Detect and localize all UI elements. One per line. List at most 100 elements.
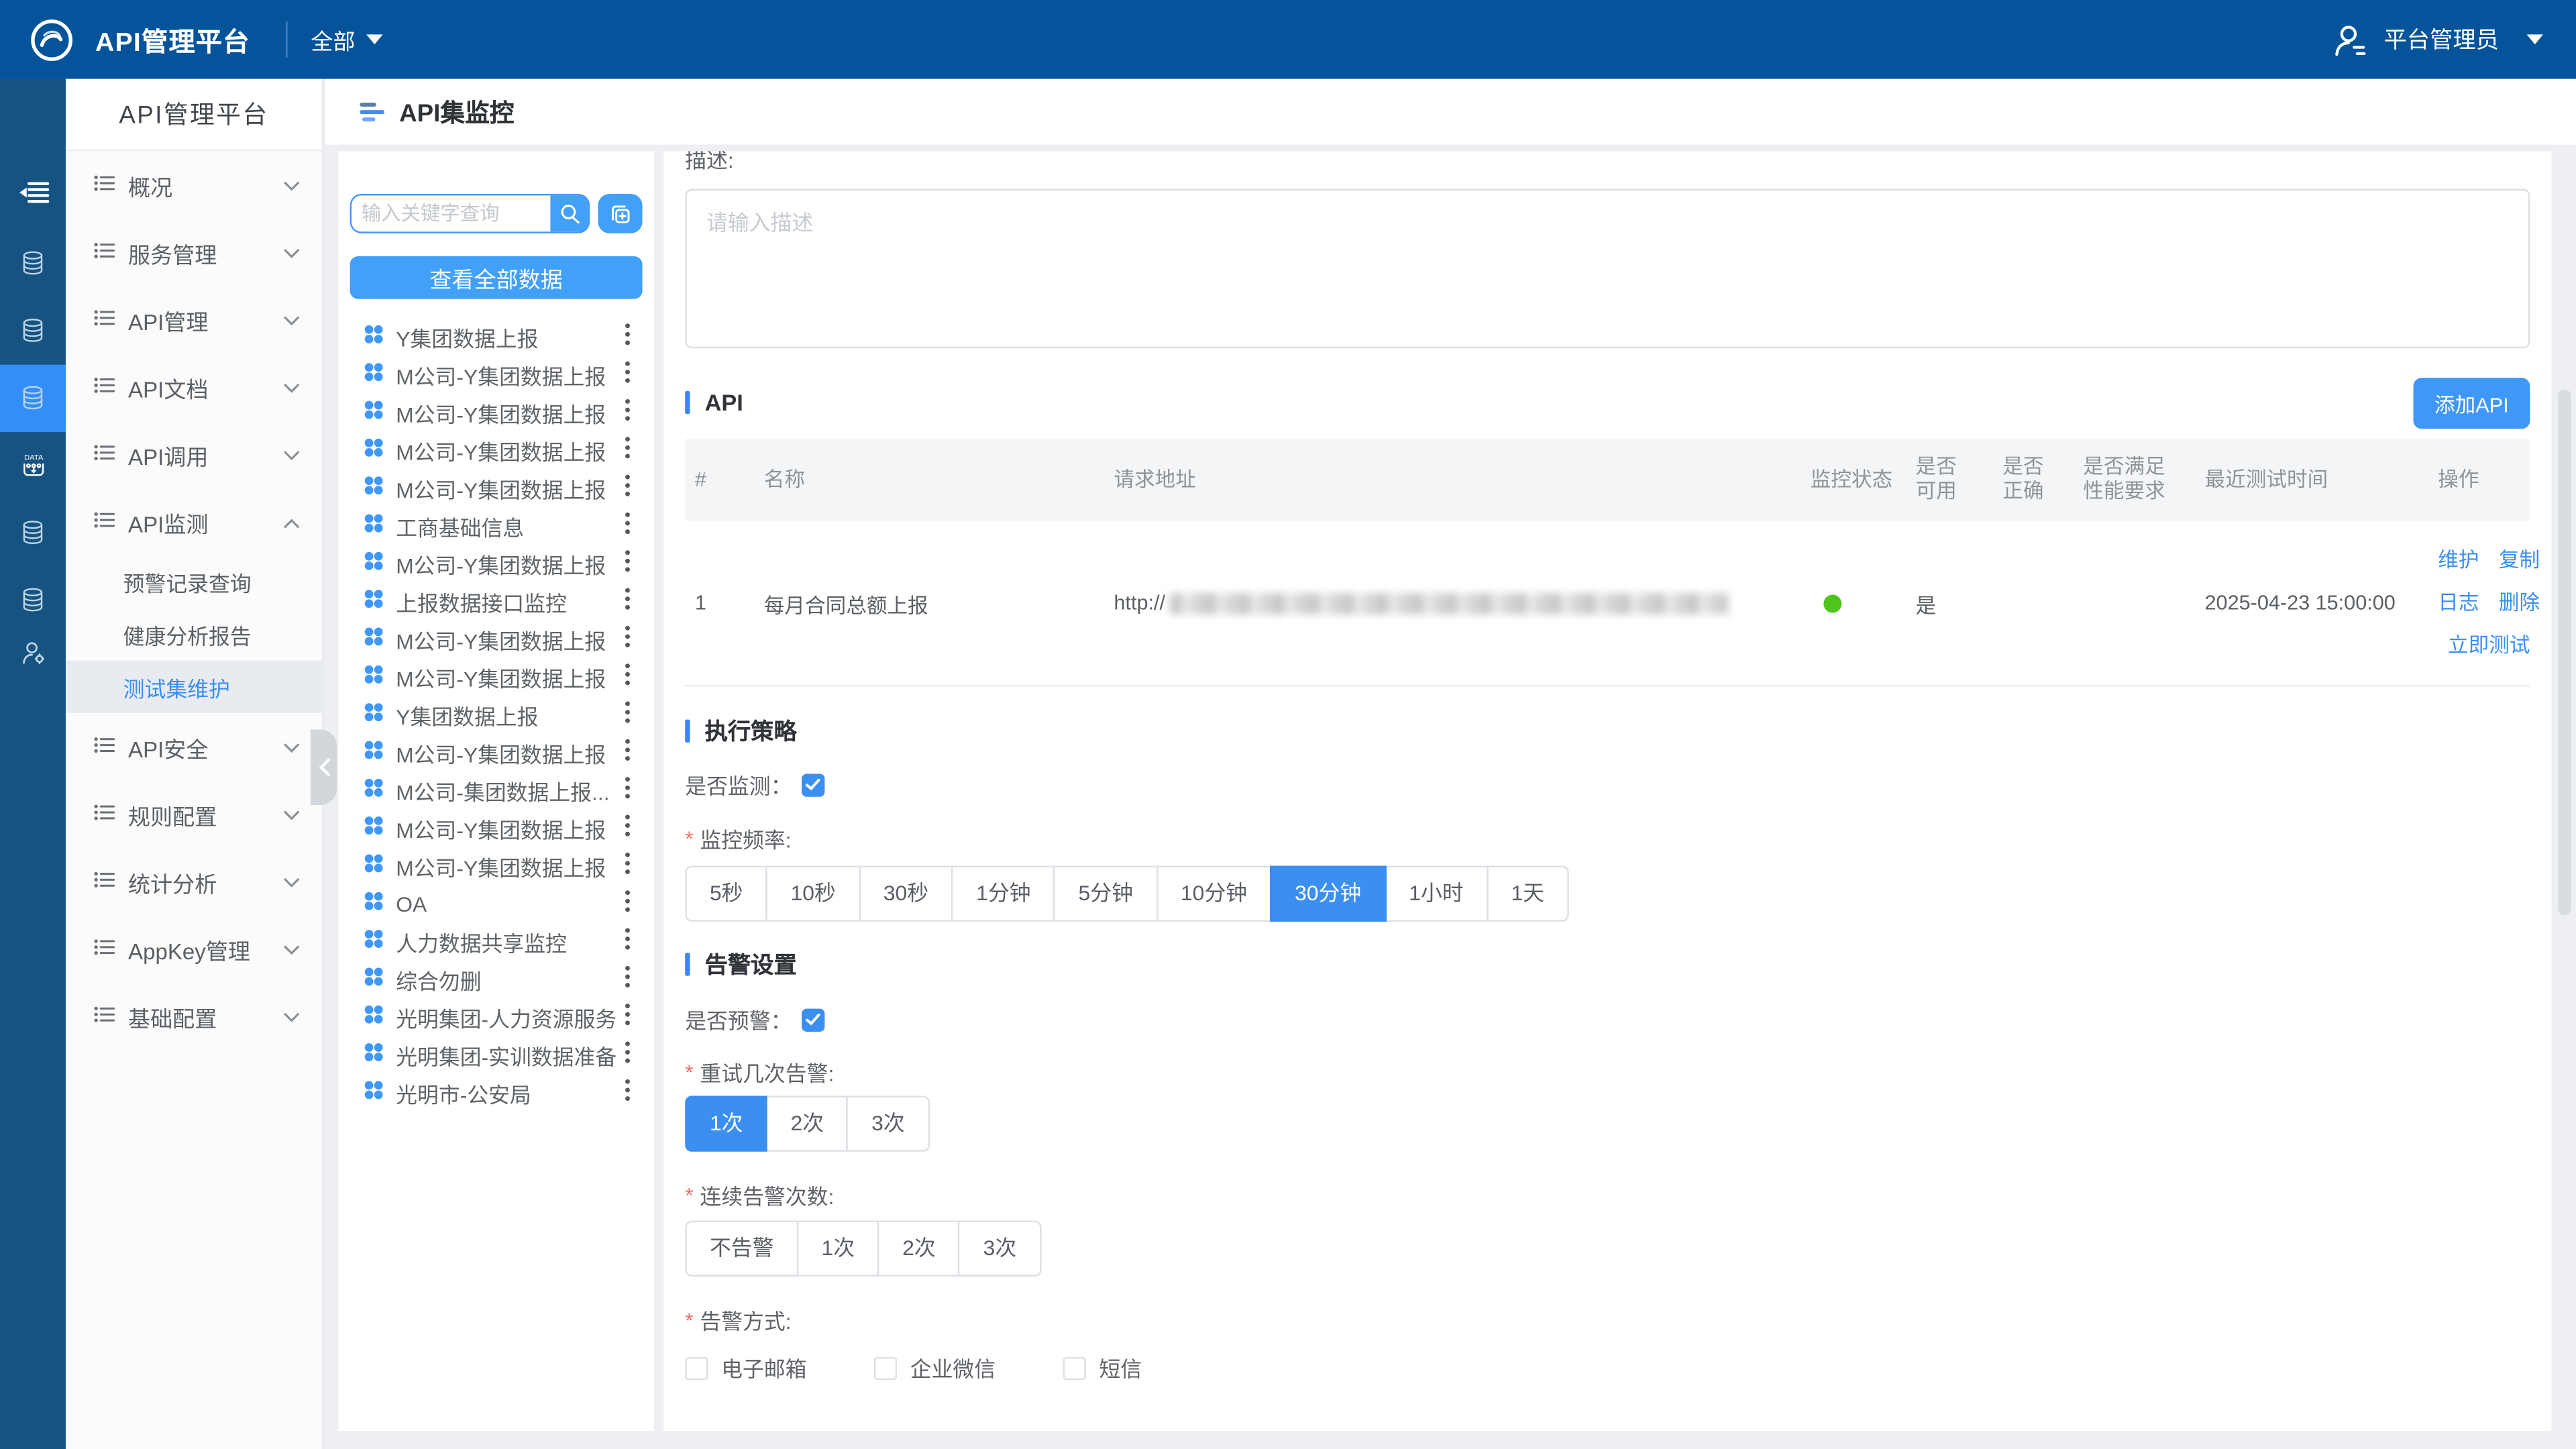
sidebar-subitem-测试集维护[interactable]: 测试集维护 [66,660,322,712]
more-vertical-icon[interactable] [625,586,631,619]
more-vertical-icon[interactable] [625,321,631,354]
list-item[interactable]: M公司-Y集团数据上报 [350,735,643,772]
view-all-data-button[interactable]: 查看全部数据 [350,256,643,299]
more-vertical-icon[interactable] [625,775,631,808]
user-gear-icon[interactable] [0,633,66,672]
database-icon[interactable] [0,243,66,282]
more-vertical-icon[interactable] [625,812,631,845]
frequency-option-10分钟[interactable]: 10分钟 [1156,866,1272,922]
op-link-维护[interactable]: 维护 [2438,539,2479,582]
sidebar-item-基础配置[interactable]: 基础配置 [66,982,322,1049]
frequency-option-30秒[interactable]: 30秒 [859,866,953,922]
search-button[interactable] [550,195,588,231]
list-item[interactable]: 光明市-公安局 [350,1075,643,1112]
list-item[interactable]: M公司-Y集团数据上报 [350,432,643,470]
frequency-option-5秒[interactable]: 5秒 [685,866,767,922]
frequency-option-30分钟[interactable]: 30分钟 [1270,866,1386,922]
list-item[interactable]: 光明集团-实训数据准备 [350,1036,643,1074]
menu-fold-icon[interactable] [0,172,66,212]
search-input[interactable] [352,195,550,231]
database-icon[interactable] [0,378,66,417]
more-vertical-icon[interactable] [625,1039,631,1072]
frequency-option-1天[interactable]: 1天 [1487,866,1569,922]
list-item[interactable]: 上报数据接口监控 [350,583,643,621]
sidebar-item-API安全[interactable]: API安全 [66,713,322,780]
list-item[interactable]: OA [350,885,643,923]
data-share-icon[interactable]: DATA [0,445,66,485]
more-vertical-icon[interactable] [625,850,631,883]
list-item[interactable]: 光明集团-人力资源服务 [350,999,643,1036]
sidebar-item-规则配置[interactable]: 规则配置 [66,780,322,847]
op-link-复制[interactable]: 复制 [2499,539,2540,582]
sidebar-item-API监测[interactable]: API监测 [66,488,322,555]
frequency-option-1小时[interactable]: 1小时 [1384,866,1488,922]
scope-dropdown[interactable]: 全部 [311,23,383,56]
more-vertical-icon[interactable] [625,661,631,694]
list-item[interactable]: 人力数据共享监控 [350,923,643,961]
more-vertical-icon[interactable] [625,435,631,468]
database-icon[interactable] [0,513,66,552]
more-vertical-icon[interactable] [625,359,631,392]
list-item[interactable]: 综合勿删 [350,961,643,999]
consecutive-option-3次[interactable]: 3次 [959,1221,1041,1277]
sidebar-item-服务管理[interactable]: 服务管理 [66,219,322,286]
sidebar-item-概况[interactable]: 概况 [66,151,322,218]
list-item[interactable]: M公司-Y集团数据上报 [350,545,643,583]
method-checkbox-企业微信[interactable]: 企业微信 [874,1352,1063,1384]
database-icon[interactable] [0,311,66,350]
sidebar-subitem-预警记录查询[interactable]: 预警记录查询 [66,555,322,608]
list-item[interactable]: Y集团数据上报 [350,696,643,734]
user-menu[interactable]: 平台管理员 [2331,21,2543,58]
op-link-日志[interactable]: 日志 [2438,582,2479,625]
list-item[interactable]: M公司-集团数据上报... [350,772,643,810]
retry-option-3次[interactable]: 3次 [847,1095,929,1151]
list-item[interactable]: M公司-Y集团数据上报 [350,659,643,696]
more-vertical-icon[interactable] [625,548,631,581]
consecutive-option-2次[interactable]: 2次 [877,1221,960,1277]
vertical-scrollbar[interactable] [2558,389,2571,915]
more-vertical-icon[interactable] [625,1077,631,1110]
retry-option-1次[interactable]: 1次 [685,1095,767,1151]
sidebar-item-API文档[interactable]: API文档 [66,354,322,421]
sidebar-item-API管理[interactable]: API管理 [66,286,322,353]
method-checkbox-电子邮箱[interactable]: 电子邮箱 [685,1352,874,1384]
frequency-option-1分钟[interactable]: 1分钟 [951,866,1055,922]
description-textarea[interactable] [685,189,2530,349]
retry-option-2次[interactable]: 2次 [766,1095,849,1151]
database-icon[interactable] [0,580,66,619]
sidebar-subitem-健康分析报告[interactable]: 健康分析报告 [66,608,322,660]
list-item[interactable]: M公司-Y集团数据上报 [350,394,643,432]
sidebar-item-AppKey管理[interactable]: AppKey管理 [66,915,322,982]
list-item[interactable]: M公司-Y集团数据上报 [350,810,643,847]
method-checkbox-短信[interactable]: 短信 [1063,1352,1252,1384]
list-item[interactable]: 工商基础信息 [350,508,643,545]
add-collection-button[interactable] [598,194,642,233]
list-item[interactable]: M公司-Y集团数据上报 [350,621,643,659]
more-vertical-icon[interactable] [625,888,631,921]
more-vertical-icon[interactable] [625,963,631,996]
more-vertical-icon[interactable] [625,926,631,959]
more-vertical-icon[interactable] [625,699,631,732]
sidebar-item-统计分析[interactable]: 统计分析 [66,848,322,915]
more-vertical-icon[interactable] [625,396,631,429]
list-item[interactable]: M公司-Y集团数据上报 [350,470,643,507]
more-vertical-icon[interactable] [625,737,631,769]
list-item[interactable]: M公司-Y集团数据上报 [350,356,643,394]
list-item[interactable]: Y集团数据上报 [350,319,643,356]
op-link-立即测试[interactable]: 立即测试 [2448,625,2530,667]
sidebar-item-API调用[interactable]: API调用 [66,421,322,488]
consecutive-option-1次[interactable]: 1次 [797,1221,879,1277]
prewarn-checkbox[interactable] [802,1008,824,1030]
list-item[interactable]: M公司-Y集团数据上报 [350,848,643,885]
add-api-button[interactable]: 添加API [2413,377,2530,428]
more-vertical-icon[interactable] [625,1002,631,1034]
consecutive-option-不告警[interactable]: 不告警 [685,1221,798,1277]
more-vertical-icon[interactable] [625,510,631,543]
frequency-option-10秒[interactable]: 10秒 [766,866,861,922]
op-link-删除[interactable]: 删除 [2499,582,2540,625]
monitor-checkbox[interactable] [802,773,824,796]
more-vertical-icon[interactable] [625,472,631,505]
sidebar-collapse-handle[interactable] [311,729,337,805]
more-vertical-icon[interactable] [625,623,631,656]
frequency-option-5分钟[interactable]: 5分钟 [1054,866,1158,922]
